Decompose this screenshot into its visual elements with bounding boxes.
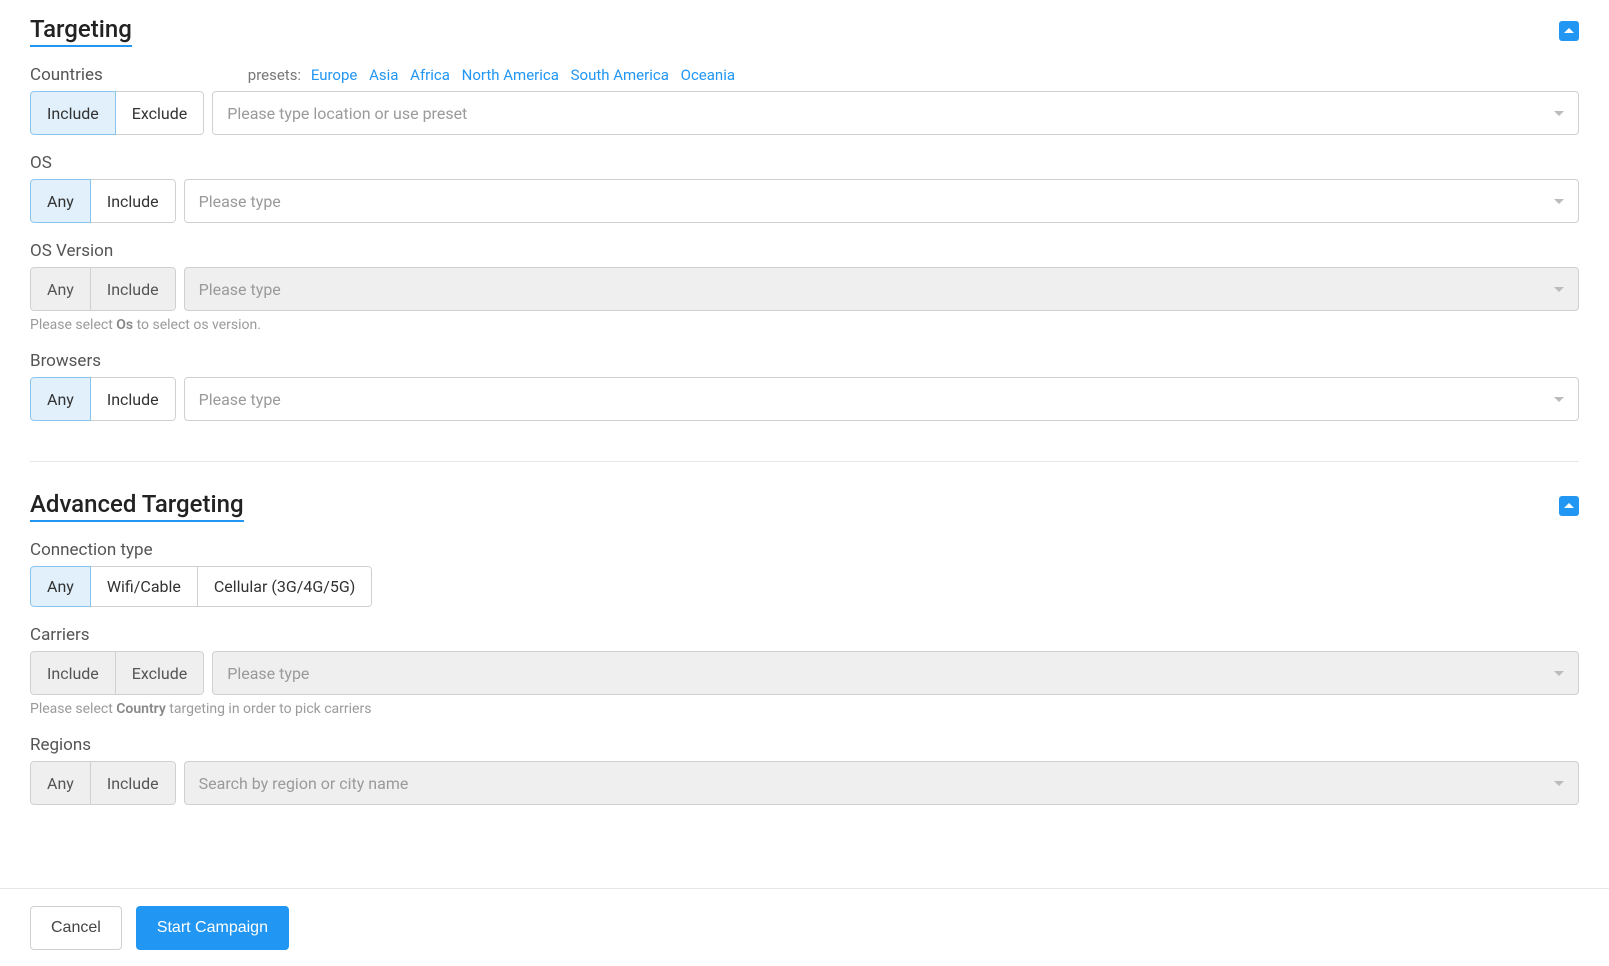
section-divider — [30, 461, 1579, 462]
regions-field: Regions Any Include Search by region or … — [30, 735, 1579, 805]
regions-placeholder: Search by region or city name — [199, 774, 409, 793]
browsers-field: Browsers Any Include Please type — [30, 351, 1579, 421]
countries-field: Countries presets: Europe Asia Africa No… — [30, 65, 1579, 135]
os-version-placeholder: Please type — [199, 280, 281, 299]
countries-include-btn[interactable]: Include — [30, 91, 116, 135]
countries-controls: Include Exclude Please type location or … — [30, 91, 1579, 135]
preset-north-america[interactable]: North America — [462, 66, 559, 84]
connection-label: Connection type — [30, 540, 153, 560]
os-toggle: Any Include — [30, 179, 176, 223]
browsers-include-btn[interactable]: Include — [91, 377, 176, 421]
preset-africa[interactable]: Africa — [410, 66, 450, 84]
carriers-hint: Please select Country targeting in order… — [30, 701, 1579, 717]
os-version-toggle: Any Include — [30, 267, 176, 311]
regions-any-btn: Any — [30, 761, 91, 805]
os-version-label: OS Version — [30, 241, 113, 261]
hint-bold: Country — [116, 701, 166, 717]
os-version-hint: Please select Os to select os version. — [30, 317, 1579, 333]
regions-toggle: Any Include — [30, 761, 176, 805]
preset-oceania[interactable]: Oceania — [681, 66, 735, 84]
os-include-btn[interactable]: Include — [91, 179, 176, 223]
carriers-field: Carriers Include Exclude Please type Ple… — [30, 625, 1579, 717]
os-any-btn[interactable]: Any — [30, 179, 91, 223]
carriers-controls: Include Exclude Please type — [30, 651, 1579, 695]
hint-pre: Please select — [30, 701, 116, 717]
carriers-exclude-btn: Exclude — [116, 651, 204, 695]
countries-toggle: Include Exclude — [30, 91, 204, 135]
regions-include-btn: Include — [91, 761, 176, 805]
os-select[interactable]: Please type — [184, 179, 1579, 223]
browsers-any-btn[interactable]: Any — [30, 377, 91, 421]
connection-any-btn[interactable]: Any — [30, 566, 91, 607]
advanced-header: Advanced Targeting — [30, 490, 1579, 522]
os-version-controls: Any Include Please type — [30, 267, 1579, 311]
os-version-field: OS Version Any Include Please type Pleas… — [30, 241, 1579, 333]
os-version-include-btn: Include — [91, 267, 176, 311]
regions-select: Search by region or city name — [184, 761, 1579, 805]
connection-cellular-btn[interactable]: Cellular (3G/4G/5G) — [198, 566, 372, 607]
caret-down-icon — [1554, 664, 1564, 682]
caret-down-icon — [1554, 280, 1564, 298]
presets-label: presets: — [248, 66, 301, 84]
carriers-placeholder: Please type — [227, 664, 309, 683]
preset-asia[interactable]: Asia — [369, 66, 398, 84]
carriers-select: Please type — [212, 651, 1579, 695]
caret-down-icon — [1554, 192, 1564, 210]
content-area: Targeting Countries presets: Europe Asia… — [0, 0, 1609, 888]
os-controls: Any Include Please type — [30, 179, 1579, 223]
caret-down-icon — [1554, 390, 1564, 408]
targeting-collapse-button[interactable] — [1559, 21, 1579, 41]
regions-label: Regions — [30, 735, 91, 755]
hint-post: targeting in order to pick carriers — [166, 701, 372, 717]
countries-select[interactable]: Please type location or use preset — [212, 91, 1579, 135]
hint-bold: Os — [116, 317, 133, 333]
page-root: Targeting Countries presets: Europe Asia… — [0, 0, 1609, 966]
connection-field: Connection type Any Wifi/Cable Cellular … — [30, 540, 1579, 607]
advanced-title: Advanced Targeting — [30, 490, 244, 522]
footer-bar: Cancel Start Campaign — [0, 888, 1609, 966]
carriers-include-btn: Include — [30, 651, 116, 695]
os-field: OS Any Include Please type — [30, 153, 1579, 223]
regions-controls: Any Include Search by region or city nam… — [30, 761, 1579, 805]
os-version-any-btn: Any — [30, 267, 91, 311]
connection-wifi-btn[interactable]: Wifi/Cable — [91, 566, 198, 607]
targeting-header: Targeting — [30, 15, 1579, 47]
browsers-controls: Any Include Please type — [30, 377, 1579, 421]
preset-europe[interactable]: Europe — [311, 66, 358, 84]
countries-presets: presets: Europe Asia Africa North Americ… — [248, 66, 743, 84]
browsers-toggle: Any Include — [30, 377, 176, 421]
chevron-up-icon — [1564, 26, 1574, 36]
start-campaign-button[interactable]: Start Campaign — [136, 906, 289, 950]
os-label: OS — [30, 153, 52, 173]
hint-post: to select os version. — [133, 317, 261, 333]
cancel-button[interactable]: Cancel — [30, 906, 122, 950]
os-placeholder: Please type — [199, 192, 281, 211]
browsers-label: Browsers — [30, 351, 101, 371]
countries-placeholder: Please type location or use preset — [227, 104, 467, 123]
countries-exclude-btn[interactable]: Exclude — [116, 91, 204, 135]
os-version-select: Please type — [184, 267, 1579, 311]
hint-pre: Please select — [30, 317, 116, 333]
countries-label-row: Countries presets: Europe Asia Africa No… — [30, 65, 1579, 85]
caret-down-icon — [1554, 774, 1564, 792]
chevron-up-icon — [1564, 501, 1574, 511]
connection-toggle: Any Wifi/Cable Cellular (3G/4G/5G) — [30, 566, 372, 607]
carriers-label: Carriers — [30, 625, 90, 645]
browsers-placeholder: Please type — [199, 390, 281, 409]
carriers-toggle: Include Exclude — [30, 651, 204, 695]
targeting-title: Targeting — [30, 15, 132, 47]
preset-south-america[interactable]: South America — [571, 66, 669, 84]
countries-label: Countries — [30, 65, 103, 85]
connection-controls: Any Wifi/Cable Cellular (3G/4G/5G) — [30, 566, 1579, 607]
caret-down-icon — [1554, 104, 1564, 122]
advanced-collapse-button[interactable] — [1559, 496, 1579, 516]
browsers-select[interactable]: Please type — [184, 377, 1579, 421]
